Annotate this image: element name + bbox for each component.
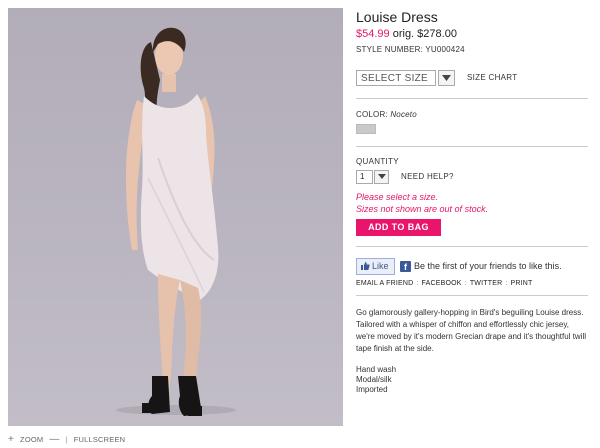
original-price: orig. $278.00 [392, 28, 457, 40]
add-to-bag-button[interactable]: ADD TO BAG [356, 219, 441, 236]
care-details: Hand wash Modal/silk Imported [356, 365, 588, 395]
fullscreen-link[interactable]: FULLSCREEN [74, 435, 126, 444]
price-line: $54.99 orig. $278.00 [356, 27, 588, 42]
product-description: Go glamorously gallery-hopping in Bird's… [356, 308, 587, 353]
model-photo [116, 27, 236, 416]
controls-divider: | [65, 434, 68, 444]
color-name: Noceto [390, 110, 417, 119]
product-image[interactable] [8, 8, 343, 426]
share-separator: : [505, 280, 508, 287]
product-details: Louise Dress $54.99 orig. $278.00 STYLE … [356, 8, 588, 395]
need-help-link[interactable]: NEED HELP? [401, 172, 454, 181]
style-number: STYLE NUMBER: YU000424 [356, 45, 465, 54]
care-item: Modal/silk [356, 375, 392, 384]
share-separator: : [464, 280, 467, 287]
zoom-in-icon[interactable]: + [8, 434, 14, 445]
share-links: EMAIL A FRIEND : FACEBOOK : TWITTER : PR… [356, 280, 588, 287]
divider [356, 295, 588, 296]
twitter-share-link[interactable]: TWITTER [470, 280, 503, 287]
like-label: Like [372, 261, 389, 271]
facebook-icon: f [400, 260, 411, 272]
email-friend-link[interactable]: EMAIL A FRIEND [356, 280, 413, 287]
thumbs-up-icon [361, 262, 370, 270]
size-select[interactable]: SELECT SIZE [356, 69, 436, 86]
facebook-like-row: Like f Be the first of your friends to l… [356, 257, 588, 275]
care-item: Hand wash [356, 365, 397, 374]
facebook-share-link[interactable]: FACEBOOK [422, 280, 462, 287]
stock-note: Sizes not shown are out of stock. [356, 204, 489, 214]
image-controls: + ZOOM — | FULLSCREEN [8, 432, 125, 446]
quantity-label: QUANTITY [356, 157, 399, 166]
facebook-like-button[interactable]: Like [356, 257, 395, 275]
size-chart-link[interactable]: SIZE CHART [467, 73, 517, 82]
facebook-like-text: Be the first of your friends to like thi… [414, 261, 562, 271]
quantity-select[interactable]: 1 [356, 169, 373, 184]
chevron-down-icon [377, 174, 386, 179]
size-selector-row: SELECT SIZE SIZE CHART [356, 69, 588, 86]
quantity-select-arrow[interactable] [374, 169, 389, 184]
product-title: Louise Dress [356, 9, 438, 25]
quantity-row: 1 NEED HELP? [356, 169, 588, 184]
color-swatch[interactable] [356, 124, 376, 134]
share-separator: : [416, 280, 419, 287]
chevron-down-icon [442, 74, 451, 81]
size-error-message: Please select a size. [356, 192, 439, 202]
zoom-label[interactable]: ZOOM [20, 435, 43, 444]
divider [356, 246, 588, 247]
print-link[interactable]: PRINT [511, 280, 533, 287]
color-label: COLOR: Noceto [356, 110, 588, 119]
care-item: Imported [356, 385, 388, 394]
zoom-out-icon[interactable]: — [49, 434, 59, 445]
sale-price: $54.99 [356, 28, 390, 40]
divider [356, 98, 588, 99]
divider [356, 146, 588, 147]
size-select-arrow[interactable] [438, 69, 455, 86]
color-label-text: COLOR: [356, 110, 388, 119]
